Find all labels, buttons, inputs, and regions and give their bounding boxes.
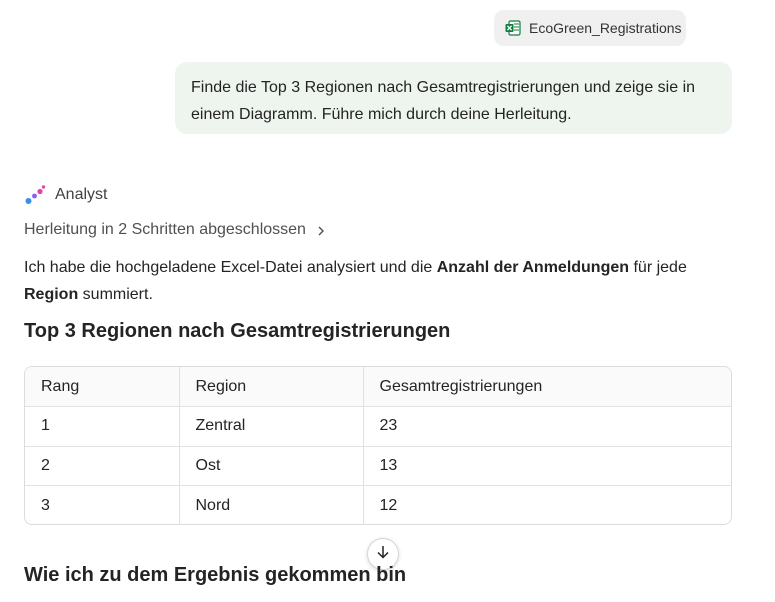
section-heading: Wie ich zu dem Ergebnis gekommen bin bbox=[24, 564, 407, 586]
summary-text: Ich habe die hochgeladene Excel-Datei an… bbox=[24, 259, 437, 276]
column-header-rank: Rang bbox=[25, 367, 180, 407]
assistant-summary: Ich habe die hochgeladene Excel-Datei an… bbox=[24, 254, 744, 308]
cell-total: 23 bbox=[363, 406, 731, 447]
user-message-text: Finde die Top 3 Regionen nach Gesamtregi… bbox=[191, 79, 696, 123]
analyst-logo-icon bbox=[24, 184, 46, 206]
arrow-down-icon bbox=[375, 544, 391, 565]
cell-region: Nord bbox=[179, 485, 364, 524]
cell-region: Zentral bbox=[179, 406, 364, 447]
results-table: Rang Region Gesamtregistrierungen 1 Zent… bbox=[25, 367, 731, 524]
cell-rank: 1 bbox=[25, 406, 180, 447]
column-header-total: Gesamtregistrierungen bbox=[363, 367, 731, 407]
table-row: 2 Ost 13 bbox=[25, 446, 731, 486]
table-row: 3 Nord 12 bbox=[25, 485, 731, 524]
table-row: 1 Zentral 23 bbox=[25, 406, 731, 447]
summary-text: summiert. bbox=[78, 286, 153, 303]
user-message-bubble: Finde die Top 3 Regionen nach Gesamtregi… bbox=[175, 62, 732, 134]
cell-total: 13 bbox=[363, 446, 731, 486]
cell-total: 12 bbox=[379, 496, 398, 514]
cell-region: Ost bbox=[179, 446, 364, 486]
attachment-chip[interactable]: EcoGreen_Registrations bbox=[494, 10, 686, 46]
assistant-header: Analyst bbox=[24, 184, 107, 206]
derivation-steps-label: Herleitung in 2 Schritten abgeschlossen bbox=[24, 221, 306, 238]
summary-text: für jede bbox=[629, 259, 687, 276]
cell-rank: 2 bbox=[25, 446, 180, 486]
assistant-name: Analyst bbox=[55, 186, 108, 203]
chevron-right-icon bbox=[316, 224, 326, 236]
attachment-file-name: EcoGreen_Registrations bbox=[529, 20, 682, 36]
summary-bold-dimension: Region bbox=[24, 286, 79, 303]
excel-file-icon bbox=[505, 20, 521, 36]
table-header-row: Rang Region Gesamtregistrierungen bbox=[25, 367, 731, 407]
column-header-region: Region bbox=[179, 367, 364, 407]
results-table-container: Rang Region Gesamtregistrierungen 1 Zent… bbox=[24, 366, 732, 525]
cell-rank: 3 bbox=[25, 485, 180, 524]
table-title: Top 3 Regionen nach Gesamtregistrierunge… bbox=[24, 320, 451, 342]
summary-bold-metric: Anzahl der Anmeldungen bbox=[436, 259, 630, 276]
derivation-steps-toggle[interactable]: Herleitung in 2 Schritten abgeschlossen bbox=[24, 221, 326, 239]
